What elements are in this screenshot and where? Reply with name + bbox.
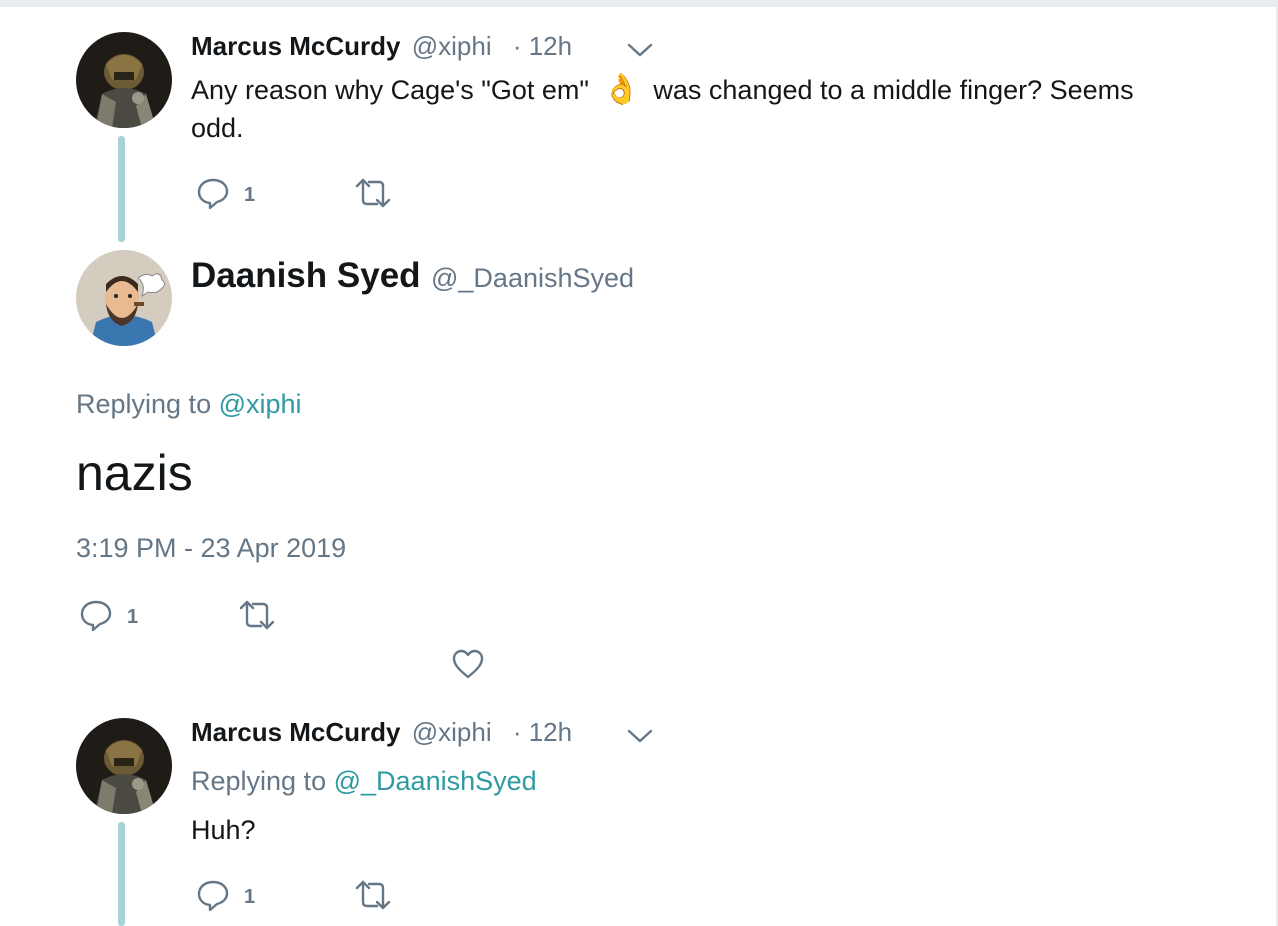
retweet-button[interactable] (238, 598, 276, 637)
retweet-icon (354, 176, 392, 215)
reply-button[interactable]: 1 (196, 176, 255, 215)
retweet-icon (238, 598, 276, 637)
author-name[interactable]: Marcus McCurdy (191, 31, 401, 61)
thread-line (118, 136, 125, 242)
author-name[interactable]: Marcus McCurdy (191, 717, 401, 747)
avatar-marcus[interactable] (76, 718, 172, 814)
tweet-text-line2: odd. (191, 113, 244, 143)
chevron-down-icon[interactable] (627, 40, 653, 65)
replying-to-label: Replying to (76, 389, 212, 419)
retweet-button[interactable] (354, 878, 392, 917)
tweet-timestamp[interactable]: 3:19 PM - 23 Apr 2019 (76, 533, 346, 564)
chevron-down-icon[interactable] (627, 726, 653, 751)
avatar-daanish[interactable] (76, 250, 172, 346)
avatar-marcus[interactable] (76, 32, 172, 128)
main-tweet-text: nazis (76, 445, 193, 501)
reply-button[interactable]: 1 (79, 598, 138, 637)
ok-hand-emoji: 👌 (602, 73, 640, 106)
retweet-icon (354, 878, 392, 917)
reply-button[interactable]: 1 (196, 878, 255, 917)
tweet-text-part: was changed to a middle finger? Seems (653, 75, 1134, 105)
author-name[interactable]: Daanish Syed (191, 256, 421, 295)
thread-line (118, 822, 125, 926)
tweet-time[interactable]: · 12h (513, 717, 572, 747)
tweet-text-part: Any reason why Cage's "Got em" (191, 75, 589, 105)
reply-count: 1 (244, 184, 256, 206)
author-handle[interactable]: @xiphi (412, 31, 492, 61)
reply-count: 1 (127, 606, 139, 628)
replying-to-link[interactable]: @xiphi (219, 389, 302, 419)
like-button[interactable] (451, 648, 485, 685)
tweet-text: Any reason why Cage's "Got em" 👌 was cha… (191, 72, 1134, 107)
reply-icon (79, 598, 113, 637)
retweet-button[interactable] (354, 176, 392, 215)
replying-to-label: Replying to (191, 766, 327, 796)
reply-count: 1 (244, 886, 256, 908)
replying-to: Replying to @xiphi (76, 389, 302, 420)
top-divider (0, 0, 1278, 7)
replying-to: Replying to @_DaanishSyed (191, 766, 537, 797)
author-handle[interactable]: @xiphi (412, 717, 492, 747)
heart-icon (451, 648, 485, 685)
reply-icon (196, 878, 230, 917)
tweet-text: Huh? (191, 815, 256, 845)
replying-to-link[interactable]: @_DaanishSyed (334, 766, 537, 796)
author-handle[interactable]: @_DaanishSyed (431, 263, 634, 293)
reply-icon (196, 176, 230, 215)
tweet-time[interactable]: · 12h (513, 31, 572, 61)
